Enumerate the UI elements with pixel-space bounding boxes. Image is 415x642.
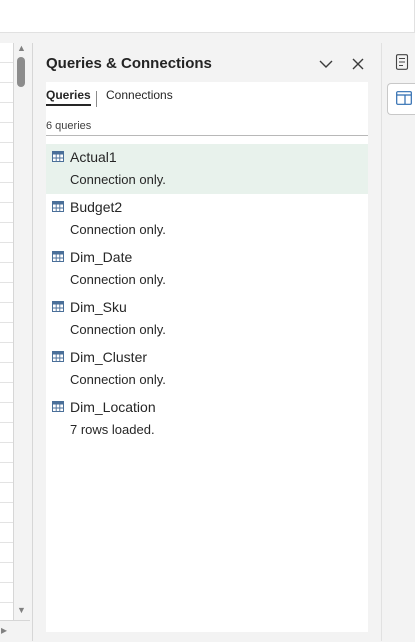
- table-icon: [52, 401, 64, 412]
- table-icon: [52, 251, 64, 262]
- query-status: Connection only.: [70, 172, 166, 187]
- query-name: Dim_Location: [70, 399, 156, 415]
- document-icon[interactable]: [387, 47, 415, 77]
- query-item[interactable]: Dim_Date Connection only.: [46, 244, 368, 294]
- query-name: Dim_Date: [70, 249, 133, 265]
- query-name: Dim_Sku: [70, 299, 127, 315]
- table-icon: [52, 301, 64, 312]
- pane-title: Queries & Connections: [46, 55, 212, 72]
- query-status: Connection only.: [70, 272, 166, 287]
- query-list: Actual1 Connection only. Budget2 Connect…: [46, 144, 368, 444]
- query-status: 7 rows loaded.: [70, 422, 155, 437]
- formula-bar-area: [0, 0, 415, 33]
- query-status: Connection only.: [70, 322, 166, 337]
- table-icon: [52, 201, 64, 212]
- panel-icon[interactable]: [387, 83, 415, 115]
- scroll-up-arrow-icon[interactable]: ▲: [17, 43, 26, 53]
- query-name: Actual1: [70, 149, 117, 165]
- divider: [46, 135, 368, 136]
- tab-queries[interactable]: Queries: [46, 88, 91, 106]
- pane-content: Queries Connections 6 queries Actual1 Co…: [46, 82, 368, 632]
- query-count: 6 queries: [46, 120, 92, 132]
- query-item[interactable]: Dim_Cluster Connection only.: [46, 344, 368, 394]
- queries-connections-pane: Queries & Connections Queries Connection…: [33, 43, 380, 641]
- query-item[interactable]: Budget2 Connection only.: [46, 194, 368, 244]
- vertical-scrollbar[interactable]: ▲ ▼: [14, 43, 28, 619]
- close-icon[interactable]: [349, 55, 367, 73]
- scroll-thumb[interactable]: [17, 57, 25, 87]
- table-icon: [52, 151, 64, 162]
- tab-connections[interactable]: Connections: [106, 88, 173, 102]
- chevron-down-icon[interactable]: [317, 55, 335, 73]
- worksheet-grid-edge[interactable]: [0, 43, 14, 621]
- query-item[interactable]: Dim_Sku Connection only.: [46, 294, 368, 344]
- pane-tabs: Queries Connections: [46, 88, 368, 110]
- query-status: Connection only.: [70, 372, 166, 387]
- table-icon: [52, 351, 64, 362]
- query-status: Connection only.: [70, 222, 166, 237]
- right-task-rail: [381, 43, 415, 641]
- query-name: Budget2: [70, 199, 123, 215]
- query-item[interactable]: Actual1 Connection only.: [46, 144, 368, 194]
- tab-separator: [96, 91, 97, 107]
- query-name: Dim_Cluster: [70, 349, 148, 365]
- query-item[interactable]: Dim_Location 7 rows loaded.: [46, 394, 368, 444]
- horizontal-scrollbar[interactable]: ▸: [0, 620, 30, 642]
- scroll-right-arrow-icon[interactable]: ▸: [1, 623, 7, 637]
- scroll-down-arrow-icon[interactable]: ▼: [17, 605, 26, 615]
